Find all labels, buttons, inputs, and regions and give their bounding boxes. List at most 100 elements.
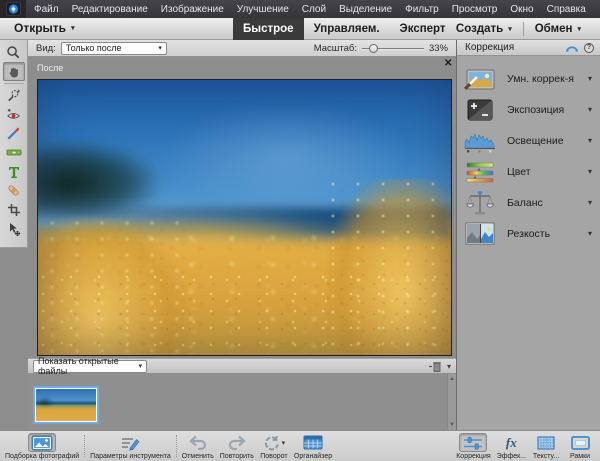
view-dropdown[interactable]: Только после ▾ xyxy=(61,42,167,55)
quick-selection-tool[interactable] xyxy=(3,86,25,105)
adjustment-sharpness[interactable]: Резкость ▾ xyxy=(457,218,600,249)
chevron-down-icon: ▾ xyxy=(282,439,286,447)
move-tool-icon xyxy=(7,222,21,236)
taskbar-button-label: Тексту... xyxy=(533,453,559,460)
chevron-down-icon[interactable]: ▾ xyxy=(588,136,592,145)
trash-icon[interactable] xyxy=(429,361,441,372)
menu-filter[interactable]: Фильтр xyxy=(405,4,439,15)
tool-options-icon xyxy=(120,435,140,451)
reset-panel-icon[interactable] xyxy=(565,43,579,52)
mode-bar: Открыть ▾ Быстрое Управляем. Эксперт Соз… xyxy=(0,18,600,40)
exposure-icon xyxy=(467,99,493,121)
menubar: Файл Редактирование Изображение Улучшени… xyxy=(0,0,600,18)
scroll-down-icon[interactable]: ▼ xyxy=(449,422,455,428)
whiten-teeth-tool[interactable] xyxy=(3,124,25,143)
tool-options-button[interactable]: Параметры инструмента xyxy=(87,431,174,461)
textures-icon xyxy=(537,436,555,450)
redo-button[interactable]: Повторить xyxy=(217,431,257,461)
separator xyxy=(176,435,177,457)
photo-bin-filter-dropdown[interactable]: Показать открытые файлы ▾ xyxy=(33,360,147,373)
smart-fix-icon xyxy=(464,67,496,91)
photo-bin-scrollbar[interactable]: ▲ ▼ xyxy=(447,374,456,430)
menu-window[interactable]: Окно xyxy=(510,4,533,15)
share-button[interactable]: Обмен ▾ xyxy=(524,23,592,35)
organizer-button[interactable]: Органайзер xyxy=(291,431,335,461)
red-eye-removal-tool[interactable] xyxy=(3,105,25,124)
zoom-tool-icon xyxy=(6,45,21,60)
tool-options-bar: Вид: Только после ▾ Масштаб: 33% xyxy=(28,40,456,57)
move-tool[interactable] xyxy=(3,219,25,238)
adjustment-color[interactable]: Цвет ▾ xyxy=(457,156,600,187)
chevron-down-icon[interactable]: ▾ xyxy=(588,167,592,176)
chevron-down-icon[interactable]: ▾ xyxy=(588,74,592,83)
open-button-label: Открыть xyxy=(14,21,66,35)
zoom-tool[interactable] xyxy=(3,43,25,62)
menu-view[interactable]: Просмотр xyxy=(452,4,498,15)
adjustments-panel-header: Коррекция ? xyxy=(457,40,600,56)
undo-icon xyxy=(189,435,207,450)
separator xyxy=(4,83,24,84)
photo-thumbnail[interactable] xyxy=(33,386,99,424)
taskbar-button-label: Отменить xyxy=(182,453,214,460)
redo-icon xyxy=(228,435,246,450)
rotate-button[interactable]: ▾ Поворот xyxy=(257,431,291,461)
straighten-tool[interactable] xyxy=(3,143,25,162)
adjustment-balance[interactable]: Баланс ▾ xyxy=(457,187,600,218)
separator xyxy=(84,435,85,457)
frames-button[interactable]: Рамки xyxy=(563,431,597,461)
zoom-slider[interactable] xyxy=(362,44,424,53)
photoshop-elements-window: Файл Редактирование Изображение Улучшени… xyxy=(0,0,600,461)
crop-tool[interactable] xyxy=(3,200,25,219)
textures-button[interactable]: Тексту... xyxy=(529,431,563,461)
tab-guided[interactable]: Управляем. xyxy=(304,18,390,40)
effects-button[interactable]: fx Эффек... xyxy=(494,431,529,461)
menu-enhance[interactable]: Улучшение xyxy=(237,4,289,15)
chevron-down-icon: ▾ xyxy=(71,24,75,32)
adjustment-lighting[interactable]: Освещение ▾ xyxy=(457,125,600,156)
view-label: Вид: xyxy=(36,43,56,54)
taskbar-button-label: Эффек... xyxy=(497,453,526,460)
spot-healing-tool-icon xyxy=(6,183,21,198)
canvas-image[interactable] xyxy=(37,79,452,356)
create-button-label: Создать xyxy=(456,23,503,35)
balance-icon xyxy=(466,190,494,216)
menu-layer[interactable]: Слой xyxy=(302,4,326,15)
photo-bin-button[interactable]: Подборка фотографий xyxy=(2,431,82,461)
scroll-up-icon[interactable]: ▲ xyxy=(449,376,455,382)
adjustments-icon xyxy=(463,435,483,451)
panel-title: Коррекция xyxy=(465,42,514,53)
adjustments-button[interactable]: Коррекция xyxy=(453,431,493,461)
chevron-down-icon[interactable]: ▾ xyxy=(588,229,592,238)
hand-tool[interactable] xyxy=(3,62,25,81)
menu-edit[interactable]: Редактирование xyxy=(72,4,148,15)
undo-button[interactable]: Отменить xyxy=(179,431,217,461)
adjustment-exposure[interactable]: Экспозиция ▾ xyxy=(457,94,600,125)
elements-logo-icon xyxy=(6,2,21,16)
chevron-down-icon[interactable]: ▾ xyxy=(588,198,592,207)
taskbar: Подборка фотографий Параметры инструмент… xyxy=(0,430,600,461)
taskbar-button-label: Коррекция xyxy=(456,453,490,460)
adjustment-smart-fix[interactable]: Умн. коррек-я ▾ xyxy=(457,63,600,94)
menu-file[interactable]: Файл xyxy=(34,4,59,15)
frames-icon xyxy=(571,436,590,450)
menu-select[interactable]: Выделение xyxy=(339,4,392,15)
create-button[interactable]: Создать ▾ xyxy=(445,23,523,35)
adjustments-panel: Коррекция ? xyxy=(456,40,600,430)
menu-help[interactable]: Справка xyxy=(547,4,586,15)
tab-quick[interactable]: Быстрое xyxy=(233,18,304,40)
taskbar-button-label: Повторить xyxy=(220,453,254,460)
chevron-down-icon[interactable]: ▾ xyxy=(588,105,592,114)
type-tool[interactable] xyxy=(3,162,25,181)
view-dropdown-value: Только после xyxy=(66,43,122,53)
zoom-slider-thumb[interactable] xyxy=(369,44,378,53)
help-icon[interactable]: ? xyxy=(584,43,594,53)
adjustment-label: Умн. коррек-я xyxy=(507,73,574,85)
open-button[interactable]: Открыть ▾ xyxy=(14,21,75,35)
menu-image[interactable]: Изображение xyxy=(161,4,224,15)
close-icon[interactable]: ✕ xyxy=(444,59,452,69)
collapse-bin-icon[interactable]: ▾ xyxy=(447,362,451,371)
mode-tabs: Быстрое Управляем. Эксперт xyxy=(233,18,456,40)
spot-healing-brush-tool[interactable] xyxy=(3,181,25,200)
chevron-down-icon: ▾ xyxy=(138,362,142,370)
app-logo[interactable] xyxy=(0,0,26,18)
